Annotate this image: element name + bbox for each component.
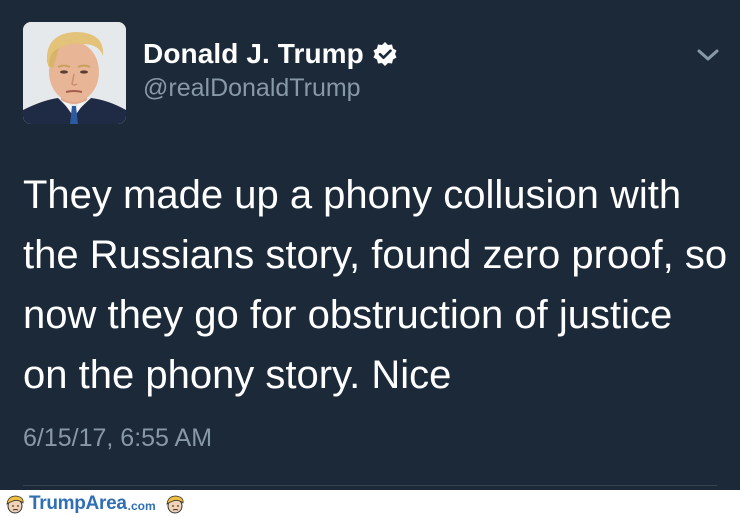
divider xyxy=(23,485,717,486)
author-handle[interactable]: @realDonaldTrump xyxy=(143,74,361,103)
cartoon-face-icon xyxy=(6,495,24,514)
tweet-card: Donald J. Trump @realDonaldTrump They ma… xyxy=(0,0,740,490)
tweet-text-line: the Russians story, found zero proof, so xyxy=(23,233,728,277)
author-name[interactable]: Donald J. Trump xyxy=(143,38,364,70)
verified-badge-icon xyxy=(372,41,398,67)
avatar-image xyxy=(23,22,126,124)
tweet-text-line: now they go for obstruction of justice xyxy=(23,293,673,337)
chevron-down-icon[interactable] xyxy=(695,44,721,66)
watermark-bar: TrumpArea .com xyxy=(0,490,740,517)
tweet-timestamp[interactable]: 6/15/17, 6:55 AM xyxy=(23,424,212,453)
watermark-brand: TrumpArea xyxy=(29,493,127,514)
tweet-text-line: on the phony story. Nice xyxy=(23,353,452,397)
watermark-logo: TrumpArea .com xyxy=(4,492,186,516)
tweet-text-line: They made up a phony collusion with xyxy=(23,173,682,217)
avatar[interactable] xyxy=(23,22,126,124)
author-row: Donald J. Trump xyxy=(143,38,398,70)
tweet-text: They made up a phony collusion with the … xyxy=(23,165,728,405)
watermark-domain: .com xyxy=(127,499,156,513)
cartoon-face-icon xyxy=(166,495,184,514)
